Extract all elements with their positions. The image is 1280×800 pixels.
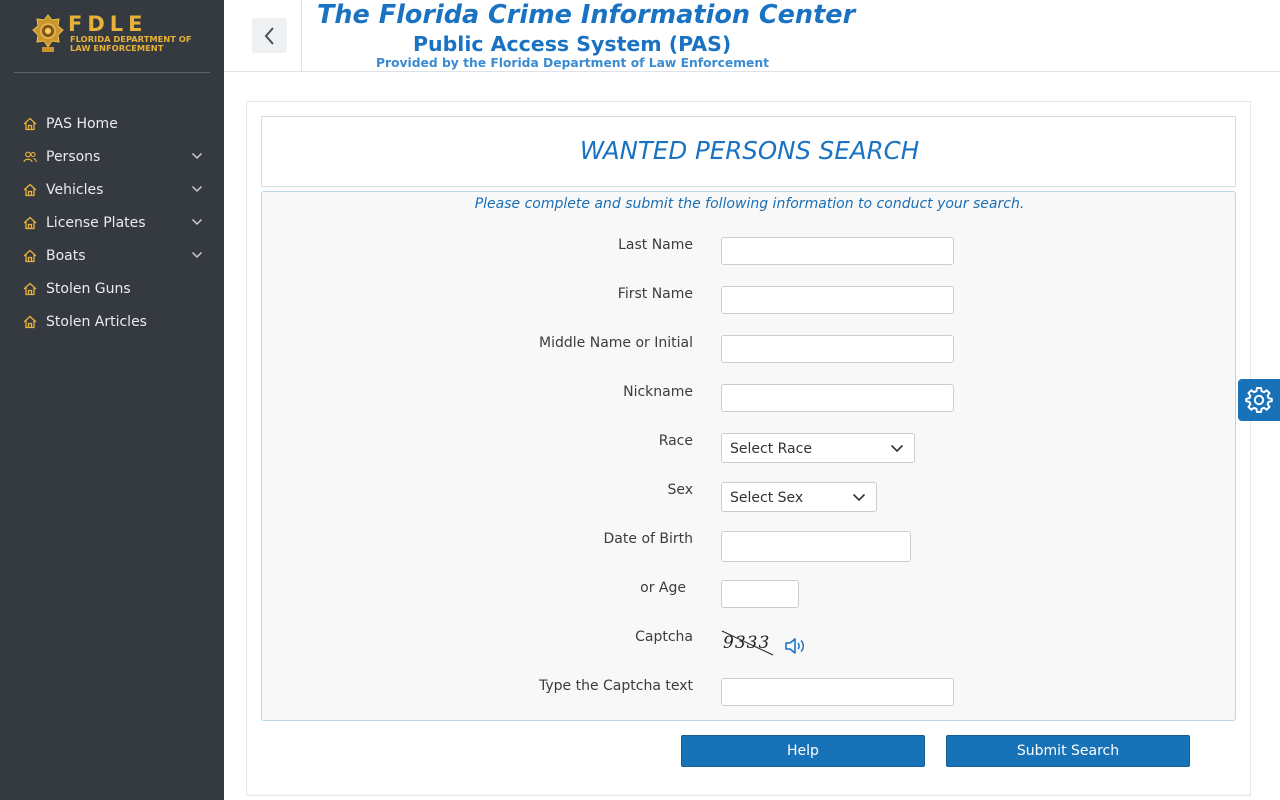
sidebar-item-pas-home[interactable]: PAS Home bbox=[0, 107, 224, 140]
settings-tab[interactable] bbox=[1238, 379, 1280, 421]
home-icon bbox=[23, 315, 37, 328]
collapse-sidebar-button[interactable] bbox=[252, 18, 287, 53]
sex-label: Sex bbox=[667, 482, 693, 498]
race-select-value: Select Race bbox=[730, 441, 812, 457]
sidebar-item-label: Stolen Guns bbox=[46, 280, 131, 297]
captcha-input-label: Type the Captcha text bbox=[539, 678, 693, 694]
page-header: The Florida Crime Information Center Pub… bbox=[224, 0, 1280, 72]
home-icon bbox=[23, 117, 37, 130]
first-name-label: First Name bbox=[617, 286, 693, 302]
nickname-label: Nickname bbox=[623, 384, 693, 400]
page-title: WANTED PERSONS SEARCH bbox=[579, 136, 920, 165]
last-name-input[interactable] bbox=[721, 237, 954, 265]
captcha-label: Captcha bbox=[635, 629, 693, 645]
chevron-down-icon bbox=[191, 251, 203, 259]
badge-icon bbox=[32, 14, 64, 52]
logo-title: FDLE bbox=[68, 12, 148, 36]
form-instructions: Please complete and submit the following… bbox=[474, 196, 1025, 212]
header-title: The Florida Crime Information Center bbox=[317, 0, 856, 30]
age-input[interactable] bbox=[721, 580, 799, 608]
race-select[interactable]: Select Race bbox=[721, 433, 915, 463]
captcha-image: 9333 bbox=[721, 630, 775, 656]
middle-name-label: Middle Name or Initial bbox=[539, 335, 693, 351]
page-title-box: WANTED PERSONS SEARCH bbox=[261, 116, 1236, 187]
middle-name-input[interactable] bbox=[721, 335, 954, 363]
gear-icon bbox=[1245, 387, 1273, 413]
dob-input[interactable] bbox=[721, 531, 911, 562]
last-name-label: Last Name bbox=[618, 237, 693, 253]
captcha-text-input[interactable] bbox=[721, 678, 954, 706]
fdle-logo[interactable]: FDLE FLORIDA DEPARTMENT OF LAW ENFORCEME… bbox=[32, 12, 192, 54]
first-name-input[interactable] bbox=[721, 286, 954, 314]
sidebar-item-label: License Plates bbox=[46, 214, 146, 231]
home-icon bbox=[23, 282, 37, 295]
sidebar-item-label: Boats bbox=[46, 247, 86, 264]
speaker-icon[interactable] bbox=[784, 636, 808, 656]
chevron-left-icon bbox=[264, 26, 274, 45]
header-subtitle: Public Access System (PAS) bbox=[413, 32, 732, 56]
race-label: Race bbox=[658, 433, 693, 449]
home-icon bbox=[23, 216, 37, 229]
logo-subtitle: FLORIDA DEPARTMENT OF LAW ENFORCEMENT bbox=[70, 34, 192, 53]
header-separator bbox=[301, 0, 302, 72]
chevron-down-icon bbox=[191, 185, 203, 193]
nickname-input[interactable] bbox=[721, 384, 954, 412]
sidebar-item-license-plates[interactable]: License Plates bbox=[0, 206, 224, 239]
home-icon bbox=[23, 249, 37, 262]
chevron-down-icon bbox=[191, 218, 203, 226]
persons-icon bbox=[23, 151, 37, 162]
sidebar: FDLE FLORIDA DEPARTMENT OF LAW ENFORCEME… bbox=[0, 0, 224, 800]
sex-select[interactable]: Select Sex bbox=[721, 482, 877, 512]
chevron-down-icon bbox=[852, 493, 866, 502]
sidebar-item-label: PAS Home bbox=[46, 115, 118, 132]
help-button[interactable]: Help bbox=[681, 735, 925, 767]
header-provided-by: Provided by the Florida Department of La… bbox=[376, 56, 770, 70]
sidebar-item-vehicles[interactable]: Vehicles bbox=[0, 173, 224, 206]
sidebar-item-persons[interactable]: Persons bbox=[0, 140, 224, 173]
sidebar-divider bbox=[14, 72, 210, 73]
sex-select-value: Select Sex bbox=[730, 490, 804, 506]
sidebar-item-label: Stolen Articles bbox=[46, 313, 147, 330]
dob-label: Date of Birth bbox=[603, 531, 693, 547]
captcha-noise-line bbox=[721, 630, 774, 656]
chevron-down-icon bbox=[890, 444, 904, 453]
chevron-down-icon bbox=[191, 152, 203, 160]
age-label: or Age bbox=[640, 580, 686, 596]
home-icon bbox=[23, 183, 37, 196]
sidebar-item-label: Persons bbox=[46, 148, 101, 165]
sidebar-item-stolen-guns[interactable]: Stolen Guns bbox=[0, 272, 224, 305]
sidebar-item-label: Vehicles bbox=[46, 181, 104, 198]
sidebar-nav: PAS Home Persons Vehicles License Plates… bbox=[0, 107, 224, 338]
submit-search-button[interactable]: Submit Search bbox=[946, 735, 1190, 767]
sidebar-item-stolen-articles[interactable]: Stolen Articles bbox=[0, 305, 224, 338]
sidebar-item-boats[interactable]: Boats bbox=[0, 239, 224, 272]
